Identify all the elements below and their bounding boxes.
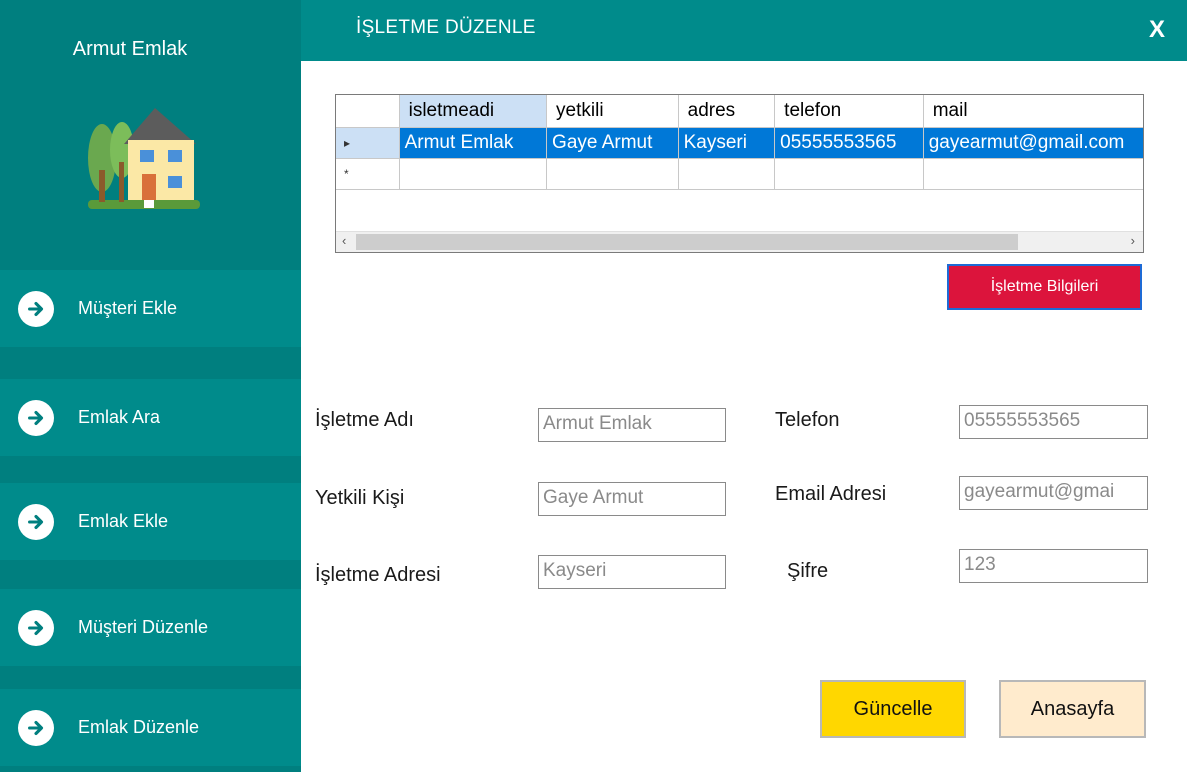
table-cell[interactable] (678, 158, 776, 190)
table-cell[interactable]: gayearmut@gmail.com (923, 127, 1143, 159)
arrow-right-icon (18, 709, 54, 746)
sidebar-item-emlak-ara[interactable]: Emlak Ara (0, 379, 301, 456)
business-data-grid[interactable]: isletmeadi yetkili adres telefon mail ▸ … (335, 94, 1144, 253)
brand-title: Armut Emlak (72, 38, 188, 60)
row-selector[interactable]: ▸ (336, 127, 400, 159)
column-header-yetkili[interactable]: yetkili (546, 95, 679, 128)
sidebar-item-musteri-duzenle[interactable]: Müşteri Düzenle (0, 589, 301, 666)
business-address-label: İşletme Adresi (315, 564, 441, 586)
arrow-right-icon (18, 609, 54, 646)
business-name-label: İşletme Adı (315, 409, 414, 431)
page-title: İŞLETME DÜZENLE (356, 17, 536, 38)
sidebar-item-label: Emlak Ekle (78, 511, 169, 531)
table-cell[interactable]: 05555553565 (774, 127, 924, 159)
header-bar: İŞLETME DÜZENLE X (301, 0, 1187, 61)
sidebar-item-label: Emlak Düzenle (78, 717, 200, 737)
sidebar-item-label: Müşteri Düzenle (78, 617, 209, 637)
sidebar-item-label: Müşteri Ekle (78, 298, 178, 318)
column-header-mail[interactable]: mail (923, 95, 1143, 128)
arrow-right-icon (18, 399, 54, 436)
password-label: Şifre (787, 560, 829, 582)
password-field[interactable]: 123 (959, 549, 1148, 583)
table-cell[interactable]: Gaye Armut (546, 127, 679, 159)
column-header-adres[interactable]: adres (678, 95, 776, 128)
new-row[interactable]: * (336, 158, 1143, 190)
table-cell[interactable] (546, 158, 679, 190)
table-cell[interactable]: Kayseri (678, 127, 776, 159)
business-name-field[interactable]: Armut Emlak (538, 408, 726, 442)
grid-corner-cell (336, 95, 400, 128)
update-button[interactable]: Güncelle (820, 680, 966, 738)
contact-person-field[interactable]: Gaye Armut (538, 482, 726, 516)
phone-label: Telefon (775, 409, 840, 431)
new-row-marker: * (336, 158, 400, 190)
table-cell[interactable] (399, 158, 548, 190)
sidebar: Armut Emlak Müşteri Ekle Emlak Ara Emlak… (0, 0, 301, 772)
arrow-right-icon (18, 290, 54, 327)
contact-person-label: Yetkili Kişi (315, 487, 405, 509)
sidebar-item-emlak-duzenle[interactable]: Emlak Düzenle (0, 689, 301, 766)
business-info-button[interactable]: İşletme Bilgileri (947, 264, 1142, 310)
horizontal-scrollbar[interactable]: ‹ › (336, 231, 1143, 252)
table-row[interactable]: ▸ Armut Emlak Gaye Armut Kayseri 0555555… (336, 127, 1143, 159)
table-cell[interactable] (923, 158, 1143, 190)
email-field[interactable]: gayearmut@gmai (959, 476, 1148, 510)
email-label: Email Adresi (775, 483, 887, 505)
scroll-right-icon[interactable]: › (1131, 233, 1135, 248)
sidebar-item-emlak-ekle[interactable]: Emlak Ekle (0, 483, 301, 560)
arrow-right-icon (18, 503, 54, 540)
home-button[interactable]: Anasayfa (999, 680, 1146, 738)
scroll-left-icon[interactable]: ‹ (342, 233, 346, 248)
column-header-telefon[interactable]: telefon (774, 95, 924, 128)
column-header-isletmeadi[interactable]: isletmeadi (399, 95, 548, 128)
close-icon[interactable]: X (1149, 16, 1165, 44)
grid-header-row: isletmeadi yetkili adres telefon mail (336, 95, 1143, 128)
sidebar-item-label: Emlak Ara (78, 407, 161, 427)
business-address-field[interactable]: Kayseri (538, 555, 726, 589)
table-cell[interactable]: Armut Emlak (399, 127, 548, 159)
scrollbar-thumb[interactable] (356, 234, 1018, 250)
phone-field[interactable]: 05555553565 (959, 405, 1148, 439)
sidebar-item-musteri-ekle[interactable]: Müşteri Ekle (0, 270, 301, 347)
house-logo-icon (88, 108, 200, 209)
table-cell[interactable] (774, 158, 924, 190)
